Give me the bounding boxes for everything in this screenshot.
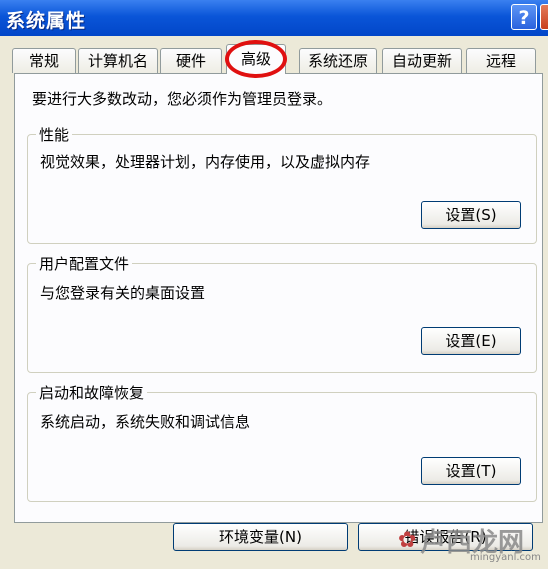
group-user-profiles: 用户配置文件 与您登录有关的桌面设置 设置(E) <box>27 253 537 373</box>
group-desc-performance: 视觉效果，处理器计划，内存使用，以及虚拟内存 <box>40 153 371 171</box>
watermark-url: mingyanl.com <box>470 552 541 563</box>
close-button[interactable] <box>540 4 548 30</box>
tab-remote[interactable]: 远程 <box>466 48 536 73</box>
user-profiles-settings-button[interactable]: 设置(E) <box>421 327 521 355</box>
group-title-startup-recovery: 启动和故障恢复 <box>36 382 148 403</box>
tab-hardware[interactable]: 硬件 <box>160 48 222 73</box>
watermark: ✿ 卢西龙网 mingyanl.com <box>398 518 548 569</box>
help-button[interactable]: ? <box>511 4 537 30</box>
performance-settings-button[interactable]: 设置(S) <box>421 201 521 229</box>
environment-variables-button[interactable]: 环境变量(N) <box>173 523 348 551</box>
admin-note: 要进行大多数改动，您必须作为管理员登录。 <box>32 90 333 108</box>
startup-recovery-settings-button[interactable]: 设置(T) <box>421 457 521 485</box>
group-title-performance: 性能 <box>36 124 73 145</box>
group-performance: 性能 视觉效果，处理器计划，内存使用，以及虚拟内存 设置(S) <box>27 124 537 244</box>
group-startup-recovery: 启动和故障恢复 系统启动，系统失败和调试信息 设置(T) <box>27 382 537 502</box>
title-bar: 系统属性 ? <box>0 0 548 36</box>
tab-computer-name[interactable]: 计算机名 <box>78 48 158 73</box>
group-title-user-profiles: 用户配置文件 <box>36 253 133 274</box>
window-title: 系统属性 <box>6 10 87 32</box>
tab-automatic-updates[interactable]: 自动更新 <box>382 48 462 73</box>
highlight-circle <box>225 40 287 78</box>
group-desc-user-profiles: 与您登录有关的桌面设置 <box>40 284 206 302</box>
tab-general[interactable]: 常规 <box>12 48 76 73</box>
watermark-logo-icon: ✿ <box>398 528 417 553</box>
group-desc-startup-recovery: 系统启动，系统失败和调试信息 <box>40 413 251 431</box>
tab-system-restore[interactable]: 系统还原 <box>299 48 377 73</box>
